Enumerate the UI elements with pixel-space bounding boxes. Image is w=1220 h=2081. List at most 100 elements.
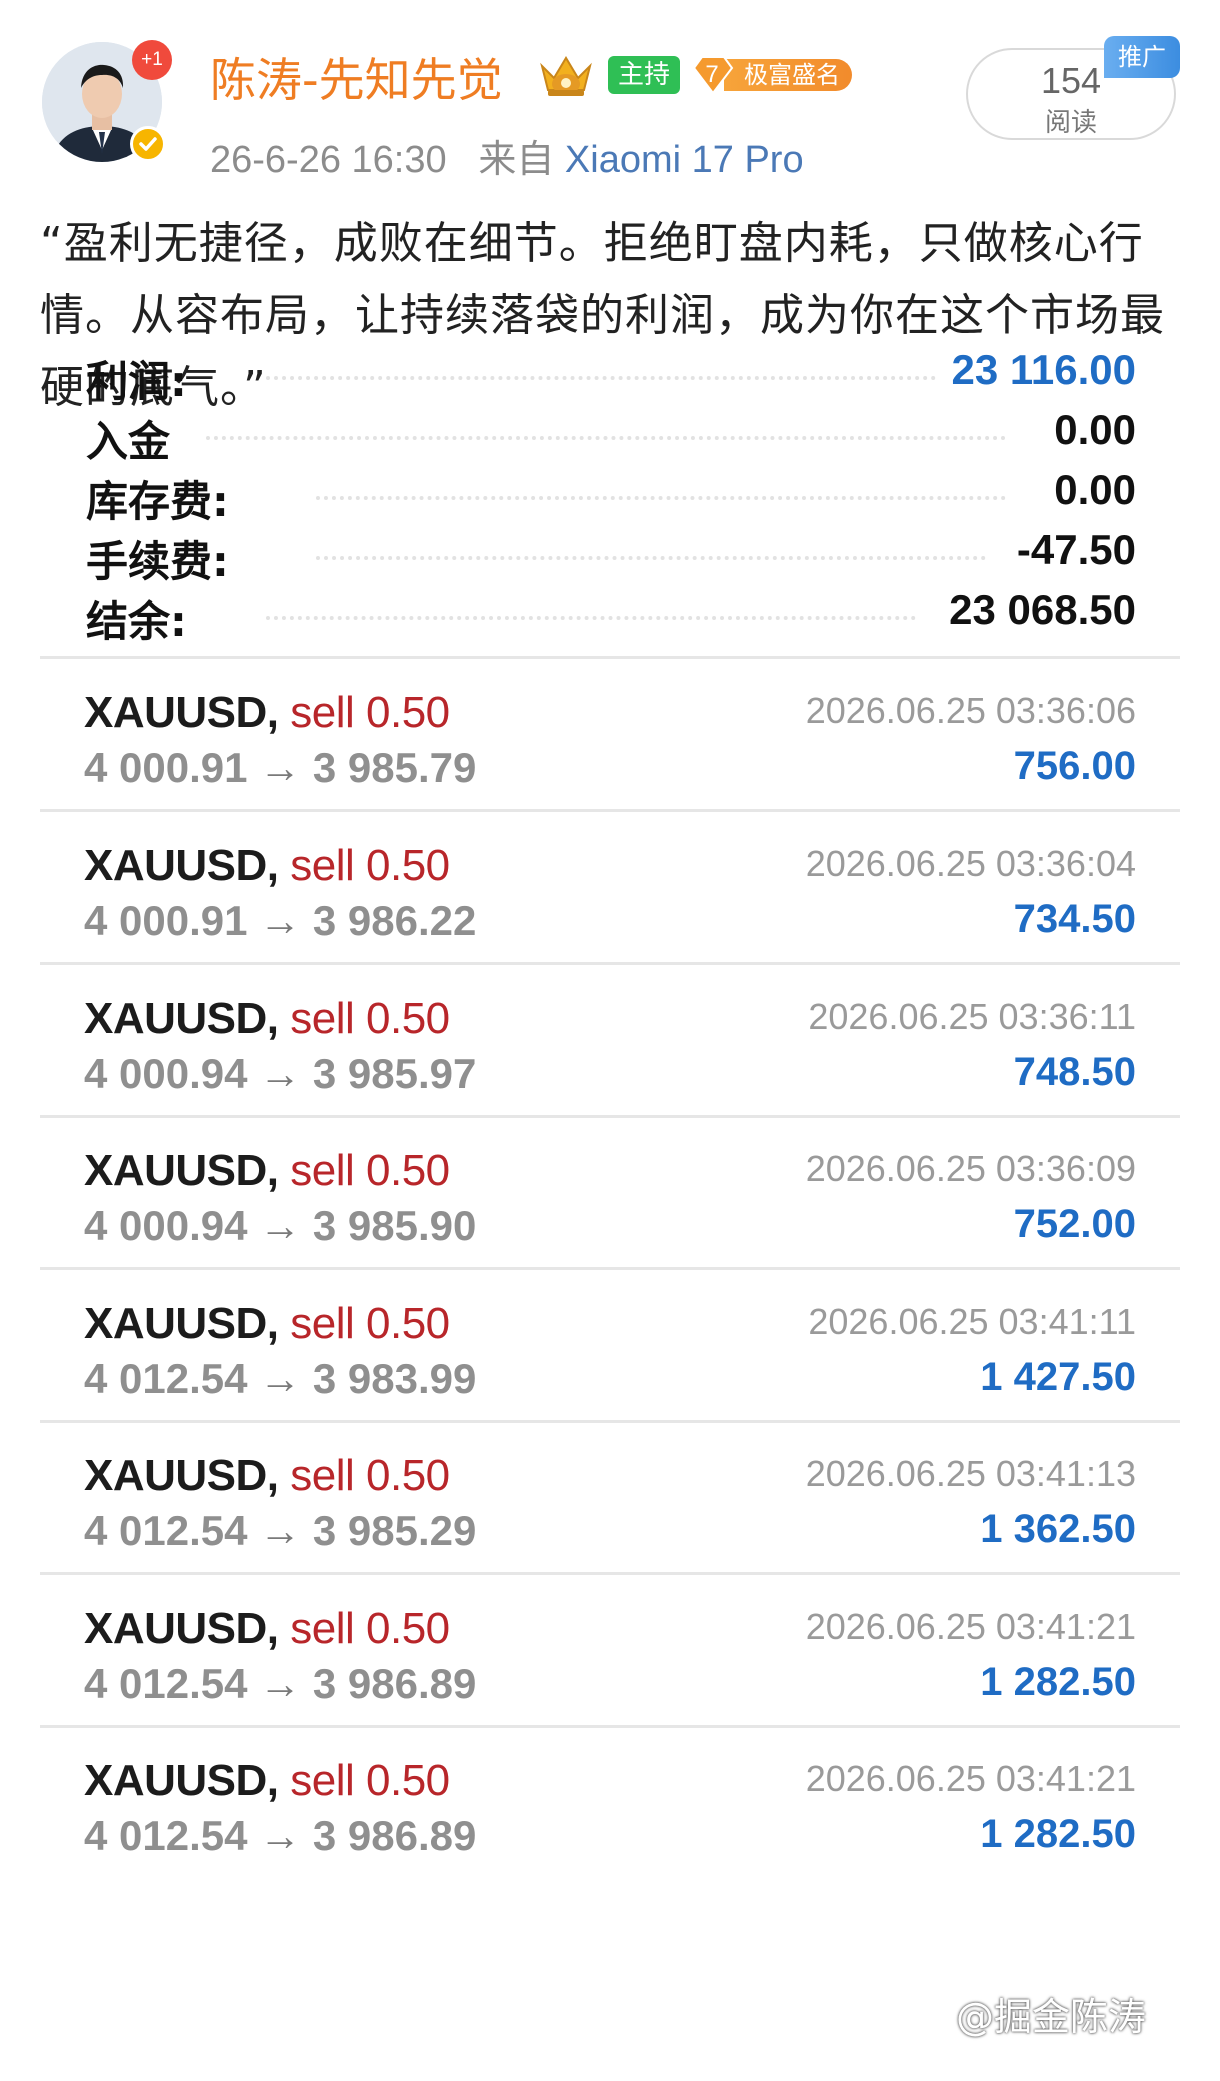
trade-time: 2026.06.25 03:36:04	[805, 843, 1136, 884]
trade-prices: 4 000.94 → 3 985.90	[84, 1202, 476, 1250]
post-device[interactable]: Xiaomi 17 Pro	[565, 139, 804, 181]
trade-profit: 734.50	[1013, 897, 1136, 941]
open-price: 4 000.94	[84, 1202, 248, 1249]
username[interactable]: 陈涛-先知先觉	[210, 44, 503, 110]
summary-value: 23 116.00	[951, 346, 1136, 393]
trade-prices: 4 012.54 → 3 986.89	[84, 1660, 476, 1708]
close-price: 3 983.99	[312, 1355, 477, 1402]
trade-symbol-line: XAUUSD, sell 0.50	[84, 1299, 450, 1349]
arrow-icon: →	[259, 1660, 302, 1707]
divider	[40, 962, 1180, 965]
arrow-icon: →	[259, 1050, 302, 1097]
trade-side: sell 0.50	[290, 1299, 450, 1348]
open-price: 4 012.54	[84, 1355, 248, 1402]
trade-row[interactable]: XAUUSD, sell 0.50 4 000.94 → 3 985.97 20…	[40, 968, 1180, 1118]
trade-row[interactable]: XAUUSD, sell 0.50 4 000.94 → 3 985.90 20…	[40, 1120, 1180, 1270]
trade-symbol: XAUUSD,	[84, 1756, 279, 1805]
close-price: 3 986.22	[312, 897, 477, 944]
trade-row[interactable]: XAUUSD, sell 0.50 4 000.91 → 3 985.79 20…	[40, 662, 1180, 812]
summary-value: 23 068.50	[949, 586, 1136, 633]
summary-row-balance: 结余: 23 068.50	[86, 582, 1136, 646]
trade-symbol-line: XAUUSD, sell 0.50	[84, 1451, 450, 1501]
trade-symbol: XAUUSD,	[84, 1604, 279, 1653]
close-price: 3 986.89	[312, 1660, 477, 1707]
divider	[40, 1572, 1180, 1575]
open-price: 4 012.54	[84, 1507, 248, 1554]
summary-label: 利润:	[86, 357, 187, 406]
trade-symbol-line: XAUUSD, sell 0.50	[84, 1604, 450, 1654]
close-price: 3 985.79	[312, 744, 477, 791]
trade-time: 2026.06.25 03:41:11	[808, 1301, 1136, 1342]
trade-prices: 4 000.94 → 3 985.97	[84, 1050, 476, 1098]
summary-label: 库存费:	[86, 477, 229, 526]
arrow-icon: →	[259, 1507, 302, 1554]
trade-symbol: XAUUSD,	[84, 994, 279, 1043]
divider	[40, 1420, 1180, 1423]
open-price: 4 000.91	[84, 897, 248, 944]
trade-row[interactable]: XAUUSD, sell 0.50 4 012.54 → 3 983.99 20…	[40, 1273, 1180, 1423]
trade-profit: 1 427.50	[980, 1355, 1136, 1399]
trade-prices: 4 012.54 → 3 986.89	[84, 1812, 476, 1860]
trade-prices: 4 012.54 → 3 985.29	[84, 1507, 476, 1555]
trade-symbol: XAUUSD,	[84, 1146, 279, 1195]
trade-side: sell 0.50	[290, 1146, 450, 1195]
trade-side: sell 0.50	[290, 1756, 450, 1805]
trade-profit: 756.00	[1013, 744, 1136, 788]
trade-side: sell 0.50	[290, 688, 450, 737]
summary-row-profit: 利润: 23 116.00	[86, 342, 1136, 406]
arrow-icon: →	[259, 1812, 302, 1859]
trade-time: 2026.06.25 03:41:21	[805, 1758, 1136, 1799]
trade-profit: 1 282.50	[980, 1660, 1136, 1704]
trade-row[interactable]: XAUUSD, sell 0.50 4 012.54 → 3 986.89 20…	[40, 1578, 1180, 1728]
arrow-icon: →	[259, 744, 302, 791]
summary-value: 0.00	[1054, 466, 1136, 513]
summary-label: 手续费:	[86, 537, 229, 586]
open-price: 4 000.94	[84, 1050, 248, 1097]
trade-symbol: XAUUSD,	[84, 1299, 279, 1348]
trade-time: 2026.06.25 03:36:11	[808, 996, 1136, 1037]
trade-time: 2026.06.25 03:41:21	[805, 1606, 1136, 1647]
trade-symbol: XAUUSD,	[84, 688, 279, 737]
divider	[40, 656, 1180, 659]
crown-icon	[540, 56, 592, 96]
divider	[40, 1115, 1180, 1118]
summary-row-swap: 库存费: 0.00	[86, 462, 1136, 526]
summary-label: 结余:	[86, 597, 187, 646]
dotted-leader	[206, 436, 1006, 440]
arrow-icon: →	[259, 1355, 302, 1402]
trade-symbol-line: XAUUSD, sell 0.50	[84, 841, 450, 891]
rich-level: 7	[705, 61, 719, 88]
trade-prices: 4 000.91 → 3 986.22	[84, 897, 476, 945]
trade-prices: 4 012.54 → 3 983.99	[84, 1355, 476, 1403]
trade-side: sell 0.50	[290, 1604, 450, 1653]
trade-symbol-line: XAUUSD, sell 0.50	[84, 1756, 450, 1806]
dotted-leader	[266, 616, 916, 620]
watermark: @掘金陈涛	[956, 1995, 1147, 2039]
divider	[40, 1267, 1180, 1270]
verified-icon	[130, 126, 166, 162]
trade-row[interactable]: XAUUSD, sell 0.50 4 012.54 → 3 986.89 20…	[40, 1730, 1180, 1880]
promote-button[interactable]: 推广	[1104, 36, 1180, 78]
summary-row-commission: 手续费: -47.50	[86, 522, 1136, 586]
rich-tag: 极富盛名 7	[690, 54, 852, 96]
dotted-leader	[266, 376, 936, 380]
trade-profit: 748.50	[1013, 1050, 1136, 1094]
trade-row[interactable]: XAUUSD, sell 0.50 4 000.91 → 3 986.22 20…	[40, 815, 1180, 965]
summary-label: 入金	[86, 417, 171, 466]
host-tag: 主持	[608, 56, 681, 94]
dotted-leader	[316, 496, 1006, 500]
trade-time: 2026.06.25 03:36:09	[805, 1148, 1136, 1189]
close-price: 3 985.97	[312, 1050, 477, 1097]
trade-symbol-line: XAUUSD, sell 0.50	[84, 1146, 450, 1196]
bottom-edge	[0, 2060, 1220, 2081]
read-count-label: 阅读	[1044, 108, 1097, 138]
trade-row[interactable]: XAUUSD, sell 0.50 4 012.54 → 3 985.29 20…	[40, 1425, 1180, 1575]
dotted-leader	[316, 556, 986, 560]
rich-tag-label: 极富盛名	[724, 59, 852, 91]
trade-symbol: XAUUSD,	[84, 841, 279, 890]
trade-symbol-line: XAUUSD, sell 0.50	[84, 994, 450, 1044]
summary-row-deposit: 入金 0.00	[86, 402, 1136, 466]
post-meta: 26-6-26 16:30 来自 Xiaomi 17 Pro	[210, 128, 804, 183]
notification-badge[interactable]: +1	[132, 40, 172, 80]
trade-time: 2026.06.25 03:36:06	[805, 690, 1136, 731]
